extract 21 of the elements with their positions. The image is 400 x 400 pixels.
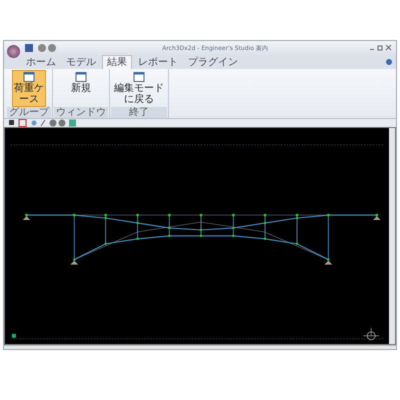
ribbon-tab[interactable]: 結果 (102, 55, 132, 69)
horizontal-scrollbar[interactable] (4, 344, 396, 349)
document-icon (133, 72, 145, 82)
axis-triad-icon (362, 328, 380, 340)
ribbon-tab[interactable]: プラグイン (184, 56, 242, 68)
ribbon-tab[interactable]: モデル (62, 56, 100, 68)
group-label: 終了 (111, 107, 167, 118)
group-label: ウィンドウ (54, 107, 108, 118)
vertical-scrollbar[interactable] (389, 128, 395, 344)
ribbon-button[interactable]: 新規 (64, 70, 98, 107)
ribbon-tab[interactable]: ホーム (22, 56, 60, 68)
window-controls-icon[interactable] (370, 45, 392, 51)
ribbon-button[interactable]: 荷重ケース (12, 70, 46, 107)
ribbon-tab[interactable]: レポート (134, 56, 182, 68)
toolbar-icons[interactable] (8, 119, 78, 127)
group-label: グループ (7, 107, 51, 118)
origin-marker-icon (12, 334, 16, 338)
document-icon (23, 72, 35, 82)
app-logo-icon[interactable] (7, 44, 20, 58)
document-icon (75, 72, 87, 82)
ribbon-button[interactable]: 編集モードに戻る (111, 70, 167, 107)
